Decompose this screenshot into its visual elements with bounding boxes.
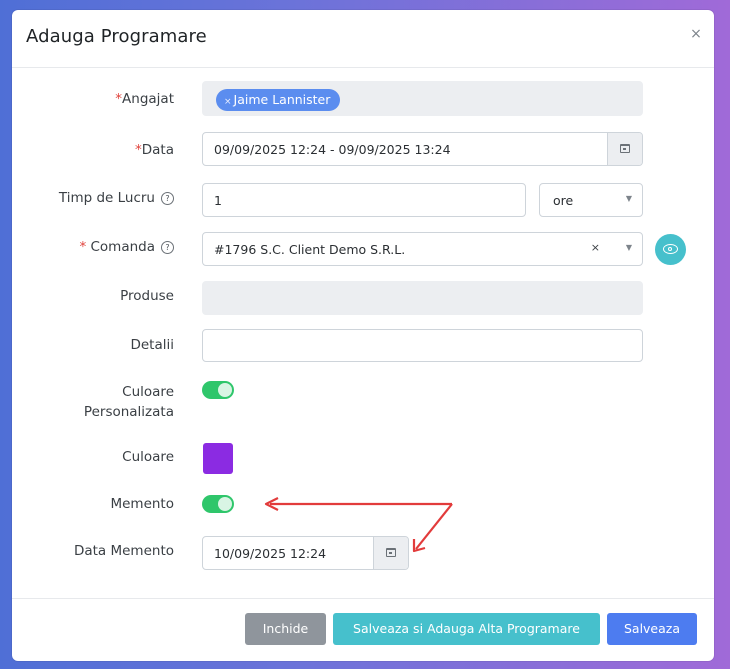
timp-de-lucru-label-text: Timp de Lucru (58, 190, 155, 206)
date-range-input[interactable]: 09/09/2025 12:24 - 09/09/2025 13:24 (202, 132, 643, 166)
custom-color-label-line1: Culoare (122, 384, 174, 400)
custom-color-label: Culoare Personalizata (84, 382, 174, 422)
custom-color-label-line2: Personalizata (83, 404, 174, 420)
data-label-text: Data (141, 142, 174, 158)
close-icon[interactable]: × (687, 25, 705, 43)
angajat-label-text: Angajat (122, 91, 174, 107)
comanda-label-text: Comanda (90, 239, 155, 255)
modal-title: Adauga Programare (26, 26, 207, 47)
view-order-button[interactable] (655, 234, 686, 265)
toggle-knob (218, 497, 232, 511)
custom-color-toggle[interactable] (202, 381, 234, 399)
data-memento-label: Data Memento (73, 543, 174, 559)
timp-de-lucru-label: Timp de Lucru? (59, 190, 174, 206)
modal-footer: Inchide Salveaza si Adauga Alta Programa… (12, 598, 714, 662)
save-button[interactable]: Salveaza (607, 613, 697, 645)
memento-toggle[interactable] (202, 495, 234, 513)
work-time-input[interactable]: 1 (202, 183, 526, 217)
employee-tag-label: Jaime Lannister (233, 92, 331, 107)
memento-date-value: 10/09/2025 12:24 (214, 546, 327, 561)
detalii-label: Detalii (130, 337, 174, 353)
work-time-unit-select[interactable]: ore ▼ (539, 183, 643, 217)
calendar-icon (620, 144, 630, 153)
memento-calendar-button[interactable] (373, 537, 408, 569)
order-select[interactable]: #1796 S.C. Client Demo S.R.L. × ▼ (202, 232, 643, 266)
comanda-label: * Comanda? (79, 239, 174, 255)
details-input[interactable] (202, 329, 643, 362)
products-field (202, 281, 643, 315)
angajat-label: *Angajat (115, 91, 174, 107)
date-range-value: 09/09/2025 12:24 - 09/09/2025 13:24 (214, 142, 451, 157)
calendar-icon (386, 548, 396, 557)
required-mark: * (135, 142, 142, 158)
toggle-knob (218, 383, 232, 397)
chevron-down-icon: ▼ (625, 243, 632, 252)
date-range-calendar-button[interactable] (607, 133, 642, 165)
memento-date-input[interactable]: 10/09/2025 12:24 (202, 536, 409, 570)
help-icon[interactable]: ? (161, 241, 174, 254)
culoare-label: Culoare (122, 449, 174, 465)
eye-icon (663, 244, 678, 254)
add-appointment-modal: Adauga Programare × *Angajat × Jaime Lann… (12, 10, 714, 661)
produse-label: Produse (120, 288, 174, 304)
employee-tag[interactable]: × Jaime Lannister (216, 89, 341, 111)
required-mark: * (79, 239, 87, 255)
angajat-select[interactable]: × Jaime Lannister (202, 81, 643, 116)
help-icon[interactable]: ? (161, 192, 174, 205)
tag-remove-icon[interactable]: × (224, 97, 232, 107)
close-button[interactable]: Inchide (245, 613, 326, 645)
memento-label: Memento (110, 496, 174, 512)
modal-header: Adauga Programare × (12, 10, 714, 68)
work-time-value: 1 (214, 193, 222, 208)
order-value: #1796 S.C. Client Demo S.R.L. (214, 242, 406, 257)
clear-icon[interactable]: × (591, 241, 600, 254)
color-swatch[interactable] (203, 443, 233, 474)
data-label: *Data (135, 142, 174, 158)
work-time-unit-value: ore (553, 193, 574, 208)
chevron-down-icon: ▼ (625, 194, 632, 203)
save-and-add-another-button[interactable]: Salveaza si Adauga Alta Programare (333, 613, 600, 645)
